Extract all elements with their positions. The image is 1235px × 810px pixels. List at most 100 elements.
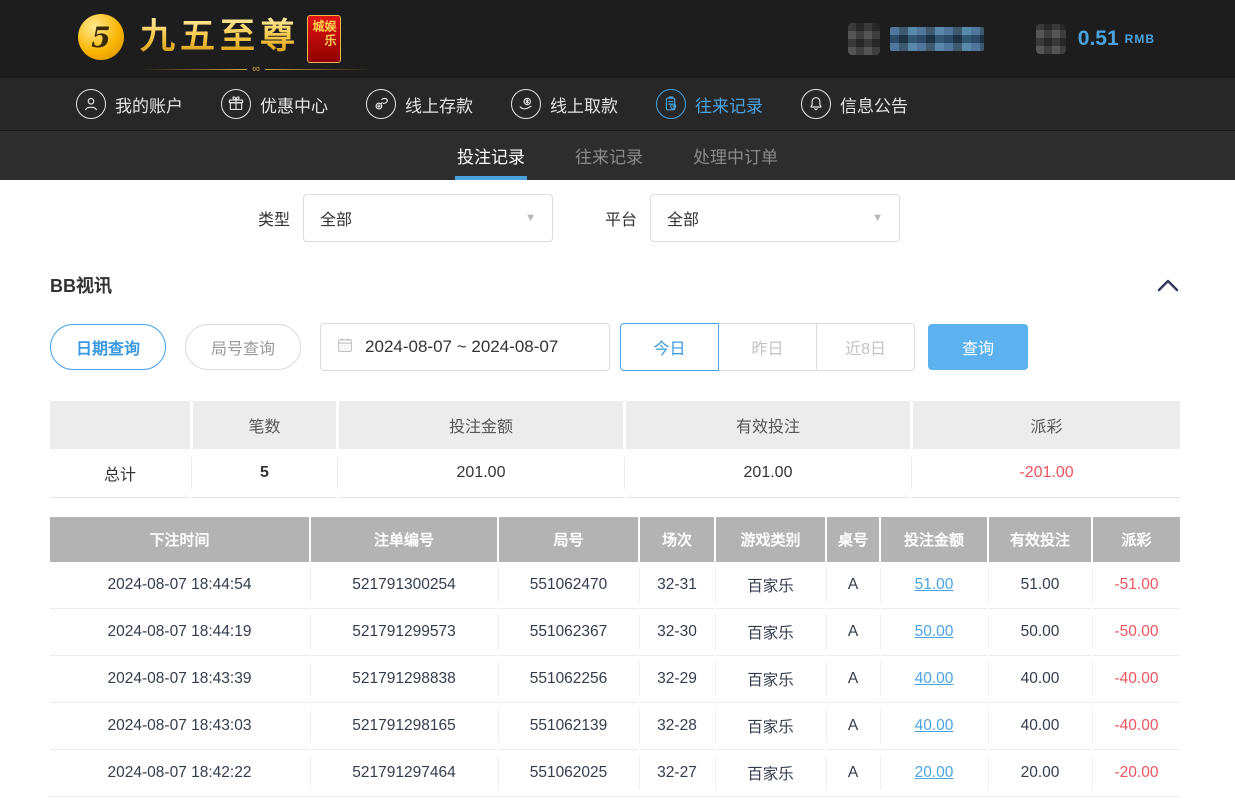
col-header-order-id: 注单编号 (311, 517, 497, 562)
cell-bet-amount-link[interactable]: 51.00 (881, 562, 987, 609)
logo-monogram-icon: 5 (78, 14, 124, 60)
summary-total-label: 总计 (50, 449, 190, 498)
nav-label: 我的账户 (115, 92, 183, 117)
nav-item-deposit[interactable]: 线上存款 (366, 89, 473, 119)
cell-bet-amount-link[interactable]: 40.00 (881, 656, 987, 703)
col-header-table-no: 桌号 (827, 517, 879, 562)
cell-valid-bet: 40.00 (989, 703, 1091, 750)
section-title: BB视讯 (50, 272, 112, 298)
nav-item-announcements[interactable]: 信息公告 (801, 89, 908, 119)
date-range-input[interactable]: 2024-08-07 ~ 2024-08-07 (320, 323, 610, 371)
query-controls: 日期查询 局号查询 2024-08-07 ~ 2024-08-07 今日 昨日 … (50, 323, 1185, 371)
cell-payout: -50.00 (1093, 609, 1180, 656)
cell-table-no: A (827, 609, 879, 656)
cell-round-id: 551062470 (499, 562, 638, 609)
wallet-icon-mosaic (1036, 24, 1066, 54)
cell-game-type: 百家乐 (716, 703, 825, 750)
cell-session: 32-27 (640, 750, 714, 797)
nav-item-records[interactable]: 往来记录 (656, 89, 763, 119)
cell-bet-time: 2024-08-07 18:42:22 (50, 750, 309, 797)
cell-bet-time: 2024-08-07 18:43:03 (50, 703, 309, 750)
col-header-bet-amount: 投注金额 (881, 517, 987, 562)
summary-table: 笔数 投注金额 有效投注 派彩 总计 5 201.00 201.00 -201.… (50, 401, 1180, 498)
cell-bet-amount-link[interactable]: 50.00 (881, 609, 987, 656)
bet-records-table: 下注时间 注单编号 局号 场次 游戏类别 桌号 投注金额 有效投注 派彩 202… (50, 517, 1180, 797)
round-query-button[interactable]: 局号查询 (185, 324, 301, 370)
col-header-bet-time: 下注时间 (50, 517, 309, 562)
cell-bet-time: 2024-08-07 18:44:19 (50, 609, 309, 656)
user-icon (76, 89, 106, 119)
cell-table-no: A (827, 703, 879, 750)
date-shortcut-group: 今日 昨日 近8日 (620, 323, 915, 371)
summary-header-empty (50, 401, 190, 449)
cell-bet-time: 2024-08-07 18:43:39 (50, 656, 309, 703)
section-header: BB视讯 (50, 272, 1185, 298)
cell-session: 32-29 (640, 656, 714, 703)
cell-payout: -20.00 (1093, 750, 1180, 797)
nav-item-withdraw[interactable]: 线上取款 (511, 89, 618, 119)
balance-amount: 0.51 (1078, 27, 1119, 51)
type-select[interactable]: 全部 ▼ (303, 194, 553, 242)
record-subtabs: 投注记录 往来记录 处理中订单 (0, 130, 1235, 180)
today-button[interactable]: 今日 (620, 323, 719, 371)
platform-filter-label: 平台 (605, 206, 637, 230)
col-header-game-type: 游戏类别 (716, 517, 825, 562)
chevron-down-icon: ▼ (525, 212, 536, 224)
brand-logo[interactable]: 5 九五至尊 娱乐城 ∞ (78, 8, 341, 70)
nav-label: 线上存款 (405, 92, 473, 117)
bell-icon (801, 89, 831, 119)
nav-label: 优惠中心 (260, 92, 328, 117)
cell-order-id: 521791297464 (311, 750, 497, 797)
nav-label: 往来记录 (695, 92, 763, 117)
chevron-down-icon: ▼ (872, 212, 883, 224)
cell-round-id: 551062139 (499, 703, 638, 750)
cell-bet-amount-link[interactable]: 20.00 (881, 750, 987, 797)
withdraw-icon (511, 89, 541, 119)
cell-valid-bet: 50.00 (989, 609, 1091, 656)
cell-bet-amount-link[interactable]: 40.00 (881, 703, 987, 750)
records-icon (656, 89, 686, 119)
platform-select-value: 全部 (667, 206, 699, 230)
filter-row: 类型 全部 ▼ 平台 全部 ▼ (50, 194, 1185, 242)
last-8-days-button[interactable]: 近8日 (816, 323, 915, 371)
brand-title: 九五至尊 (140, 12, 300, 62)
collapse-section-button[interactable] (1151, 276, 1185, 294)
nav-item-my-account[interactable]: 我的账户 (76, 89, 183, 119)
username-mosaic (890, 27, 984, 51)
cell-payout: -40.00 (1093, 703, 1180, 750)
tab-transaction-records[interactable]: 往来记录 (573, 131, 645, 180)
topbar-right: 0.51 RMB (848, 23, 1155, 55)
cell-session: 32-31 (640, 562, 714, 609)
cell-bet-time: 2024-08-07 18:44:54 (50, 562, 309, 609)
balance-group[interactable]: 0.51 RMB (1036, 24, 1155, 54)
balance-currency: RMB (1125, 32, 1155, 46)
cell-session: 32-30 (640, 609, 714, 656)
cell-order-id: 521791299573 (311, 609, 497, 656)
search-button[interactable]: 查询 (928, 324, 1028, 370)
logo-ornament-divider: ∞ (140, 64, 372, 74)
cell-order-id: 521791300254 (311, 562, 497, 609)
col-header-payout: 派彩 (1093, 517, 1180, 562)
summary-header-bet-amount: 投注金额 (339, 401, 623, 449)
cell-table-no: A (827, 656, 879, 703)
user-account[interactable] (848, 23, 984, 55)
deposit-icon (366, 89, 396, 119)
user-avatar-mosaic (848, 23, 880, 55)
yesterday-button[interactable]: 昨日 (718, 323, 817, 371)
date-query-button[interactable]: 日期查询 (50, 324, 166, 370)
col-header-session: 场次 (640, 517, 714, 562)
chevron-up-icon (1157, 278, 1179, 292)
platform-select[interactable]: 全部 ▼ (650, 194, 900, 242)
cell-valid-bet: 20.00 (989, 750, 1091, 797)
tab-pending-orders[interactable]: 处理中订单 (691, 131, 780, 180)
cell-payout: -40.00 (1093, 656, 1180, 703)
cell-valid-bet: 40.00 (989, 656, 1091, 703)
tab-bet-records[interactable]: 投注记录 (455, 131, 527, 180)
cell-session: 32-28 (640, 703, 714, 750)
nav-item-promotions[interactable]: 优惠中心 (221, 89, 328, 119)
type-select-value: 全部 (320, 206, 352, 230)
summary-header-payout: 派彩 (913, 401, 1180, 449)
cell-game-type: 百家乐 (716, 750, 825, 797)
summary-valid-bet: 201.00 (626, 449, 910, 498)
cell-round-id: 551062367 (499, 609, 638, 656)
